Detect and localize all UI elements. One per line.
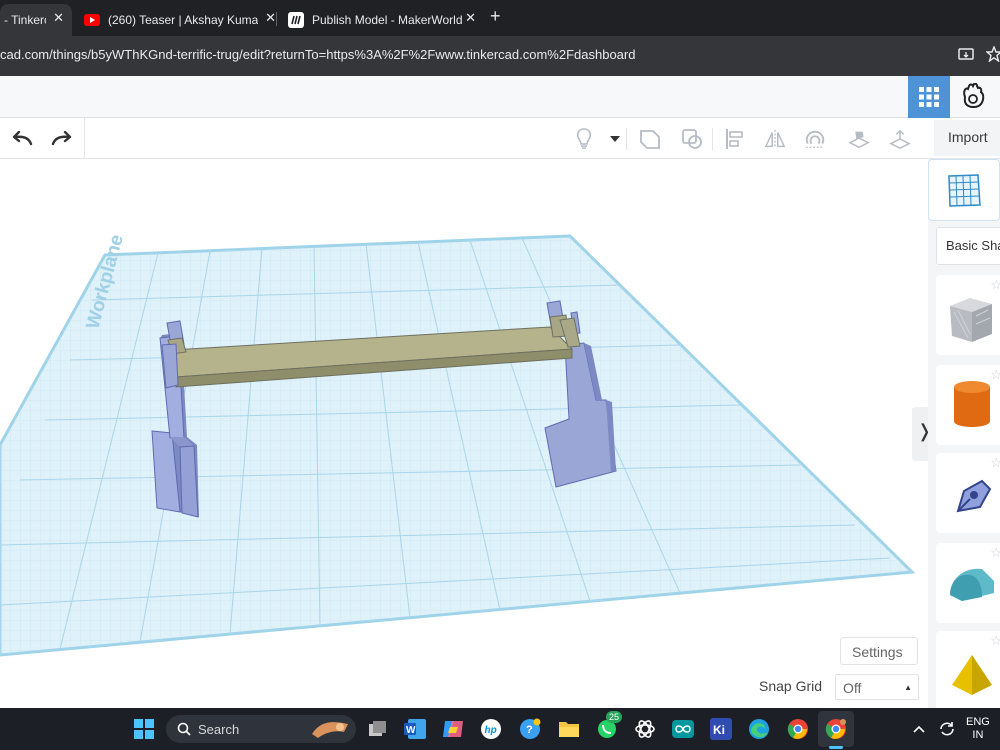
tab-makerworld[interactable]: Publish Model - MakerWorld ✕ — [278, 4, 484, 36]
svg-text:?: ? — [526, 724, 533, 736]
address-bar: cad.com/things/b5yWThKGnd-terrific-trug/… — [0, 36, 1000, 76]
sim-lab-button[interactable] — [952, 76, 994, 118]
word-icon[interactable]: W — [403, 717, 427, 741]
install-app-icon[interactable] — [958, 46, 974, 67]
close-tab-icon[interactable]: ✕ — [465, 10, 476, 26]
edge-icon[interactable] — [747, 717, 771, 741]
makerworld-icon — [288, 12, 304, 28]
browser-tab-bar: - Tinkerc ✕ (260) Teaser | Akshay Kumar … — [0, 0, 1000, 36]
shape-box[interactable]: ☆ — [936, 275, 1000, 355]
undo-icon[interactable] — [11, 128, 33, 150]
workplane-tool-icon[interactable] — [848, 128, 870, 150]
pyramid-icon — [952, 655, 992, 695]
mirror-icon[interactable] — [764, 128, 786, 150]
snap-grid-label: Snap Grid — [759, 678, 823, 694]
search-icon — [177, 722, 191, 736]
scribble-pen-icon — [956, 479, 992, 513]
file-explorer-icon[interactable] — [557, 717, 581, 741]
copilot-icon[interactable] — [441, 717, 465, 741]
region-code: IN — [972, 729, 984, 741]
svg-text:W: W — [406, 725, 416, 736]
tab-divider — [276, 12, 277, 26]
shape-pyramid[interactable]: ☆ — [936, 631, 1000, 711]
tab-label: (260) Teaser | Akshay Kumar | A — [108, 13, 258, 27]
language-indicator[interactable]: ENG IN — [966, 716, 990, 742]
windows-start-icon[interactable] — [132, 717, 156, 741]
redo-icon[interactable] — [51, 128, 73, 150]
workplane-scene[interactable]: Workplane — [0, 159, 928, 708]
url-field[interactable]: cad.com/things/b5yWThKGnd-terrific-trug/… — [0, 47, 635, 62]
editor-toolbar — [0, 118, 1000, 159]
search-highlight-icon — [312, 722, 348, 738]
kicad-icon[interactable]: Ki — [709, 717, 733, 741]
language-code: ENG — [966, 716, 990, 728]
chevron-down-icon[interactable] — [604, 128, 626, 150]
get-help-icon[interactable]: ? — [518, 717, 542, 741]
favorite-star-icon[interactable]: ☆ — [990, 545, 1000, 561]
new-tab-button[interactable]: + — [490, 6, 501, 27]
toolbar-divider — [712, 128, 713, 150]
favorite-star-icon[interactable]: ☆ — [990, 633, 1000, 649]
import-button[interactable]: Import — [934, 120, 1000, 156]
cruise-icon[interactable] — [804, 128, 826, 150]
ruler-icon[interactable] — [889, 128, 911, 150]
tab-label: - Tinkerc — [4, 13, 46, 27]
group-icon[interactable] — [639, 128, 661, 150]
search-label: Search — [198, 722, 240, 737]
chevron-up-icon[interactable] — [907, 717, 931, 741]
hp-icon[interactable]: hp — [479, 717, 503, 741]
active-indicator — [829, 746, 843, 749]
align-icon[interactable] — [724, 128, 746, 150]
caret-icon: ▲ — [904, 683, 912, 692]
hand-icon — [963, 83, 985, 108]
shapes-panel: Basic Sha ☆ ☆ ☆ ☆ ☆ — [928, 159, 1000, 711]
ungroup-icon[interactable] — [681, 128, 703, 150]
close-tab-icon[interactable]: ✕ — [53, 10, 64, 26]
favorite-star-icon[interactable]: ☆ — [990, 455, 1000, 471]
3d-viewport[interactable]: Workplane — [0, 159, 928, 708]
snap-grid-select[interactable]: Off ▲ — [835, 674, 919, 700]
grid-icon — [919, 87, 939, 107]
youtube-icon — [84, 12, 100, 28]
toolbar-divider — [84, 118, 85, 159]
windows-taskbar: Search W hp ? 25 Ki ENG IN — [0, 708, 1000, 750]
shape-roof[interactable]: ☆ — [936, 543, 1000, 623]
app-header — [0, 76, 1000, 118]
toolbar-divider — [626, 128, 627, 150]
tab-tinkercad[interactable]: - Tinkerc ✕ — [0, 4, 72, 36]
cylinder-icon — [954, 381, 990, 427]
arduino-icon[interactable] — [671, 717, 695, 741]
workplane-panel-button[interactable] — [928, 159, 1000, 221]
svg-text:Ki: Ki — [713, 723, 725, 737]
shape-category-dropdown[interactable]: Basic Sha — [936, 227, 1000, 265]
taskbar-search[interactable]: Search — [166, 715, 356, 743]
chatgpt-icon[interactable] — [633, 717, 657, 741]
chrome-profile-icon[interactable] — [824, 717, 848, 741]
task-view-icon[interactable] — [366, 717, 390, 741]
sync-icon[interactable] — [935, 717, 959, 741]
roof-icon — [950, 568, 994, 601]
chrome-icon[interactable] — [786, 717, 810, 741]
shape-cylinder[interactable]: ☆ — [936, 365, 1000, 445]
box-icon — [950, 298, 992, 342]
tab-youtube[interactable]: (260) Teaser | Akshay Kumar | A ✕ — [74, 4, 284, 36]
3d-design-view-button[interactable] — [908, 76, 950, 118]
whatsapp-icon[interactable]: 25 — [595, 711, 623, 741]
workplane-grid-icon — [948, 174, 981, 207]
whatsapp-badge: 25 — [606, 711, 623, 723]
bookmark-star-icon[interactable] — [985, 45, 1000, 67]
close-tab-icon[interactable]: ✕ — [265, 10, 276, 26]
shape-scribble[interactable]: ☆ — [936, 453, 1000, 533]
tab-label: Publish Model - MakerWorld — [312, 13, 462, 27]
svg-text:hp: hp — [485, 725, 497, 736]
snap-grid-value: Off — [843, 680, 862, 696]
lightbulb-icon[interactable] — [573, 128, 595, 150]
settings-button[interactable]: Settings — [840, 637, 918, 665]
